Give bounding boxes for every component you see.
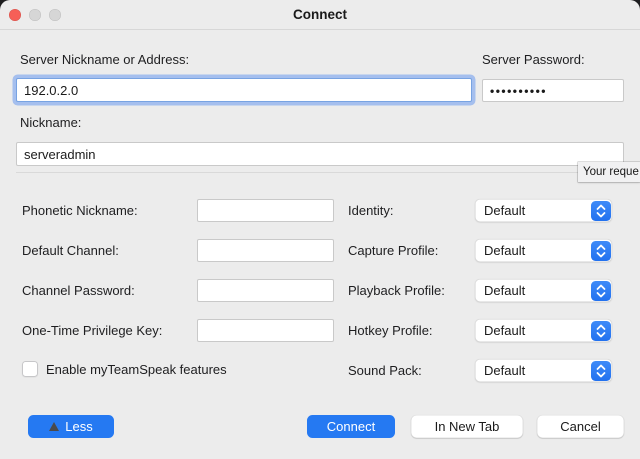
cancel-button[interactable]: Cancel [537,415,624,438]
channel-password-input[interactable] [197,279,334,302]
playback-profile-label: Playback Profile: [348,279,445,303]
server-password-input[interactable] [482,79,624,102]
stepper-chevrons-icon [591,281,611,301]
default-channel-label: Default Channel: [22,239,119,263]
privilege-key-input[interactable] [197,319,334,342]
in-new-tab-button-label: In New Tab [435,419,500,434]
sound-pack-label: Sound Pack: [348,359,422,383]
hotkey-profile-label: Hotkey Profile: [348,319,433,343]
server-address-label: Server Nickname or Address: [20,52,189,67]
playback-profile-dropdown[interactable]: Default [475,279,612,302]
stepper-chevrons-icon [591,241,611,261]
titlebar: Connect [0,0,640,30]
tooltip: Your reque [578,162,640,182]
server-address-input[interactable] [16,78,472,102]
capture-profile-dropdown[interactable]: Default [475,239,612,262]
stepper-chevrons-icon [591,201,611,221]
cancel-button-label: Cancel [560,419,600,434]
identity-dropdown[interactable]: Default [475,199,612,222]
nickname-label: Nickname: [20,115,81,130]
stepper-chevrons-icon [591,361,611,381]
hotkey-profile-dropdown[interactable]: Default [475,319,612,342]
less-button-label: Less [65,419,92,434]
channel-password-label: Channel Password: [22,279,135,303]
identity-label: Identity: [348,199,394,223]
myteamspeak-checkbox[interactable] [22,361,38,377]
identity-dropdown-value: Default [484,199,525,222]
connect-button-label: Connect [327,419,375,434]
phonetic-nickname-input[interactable] [197,199,334,222]
stepper-chevrons-icon [591,321,611,341]
phonetic-nickname-label: Phonetic Nickname: [22,199,138,223]
myteamspeak-checkbox-label: Enable myTeamSpeak features [46,362,227,378]
hotkey-profile-dropdown-value: Default [484,319,525,342]
connect-button[interactable]: Connect [307,415,395,438]
default-channel-input[interactable] [197,239,334,262]
sound-pack-dropdown-value: Default [484,359,525,382]
playback-profile-dropdown-value: Default [484,279,525,302]
window-title: Connect [0,0,640,30]
connect-dialog: Connect Server Nickname or Address: Serv… [0,0,640,459]
capture-profile-label: Capture Profile: [348,239,438,263]
less-button[interactable]: Less [28,415,114,438]
nickname-input[interactable] [16,142,624,166]
in-new-tab-button[interactable]: In New Tab [411,415,523,438]
collapse-triangle-icon [49,422,59,431]
server-password-label: Server Password: [482,52,585,67]
sound-pack-dropdown[interactable]: Default [475,359,612,382]
privilege-key-label: One-Time Privilege Key: [22,319,162,343]
section-divider [16,172,624,173]
capture-profile-dropdown-value: Default [484,239,525,262]
